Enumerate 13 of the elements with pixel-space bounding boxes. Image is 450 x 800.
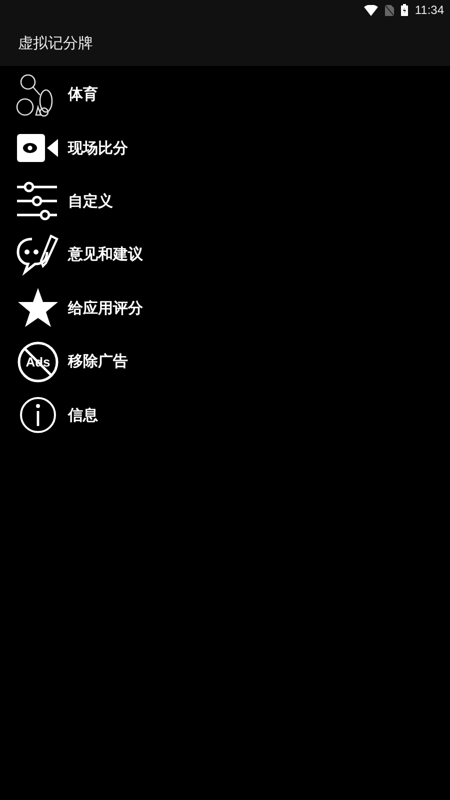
menu-item[interactable]: 意见和建议 xyxy=(68,245,143,264)
no-sim-icon xyxy=(384,4,394,16)
menu-item[interactable]: 移除广告 xyxy=(68,352,128,372)
menu-item[interactable]: 给应用评分 xyxy=(68,298,143,318)
app-title: 虚拟记分牌 xyxy=(18,34,93,52)
battery-icon xyxy=(400,4,408,16)
chat-pencil-icon xyxy=(16,232,60,277)
menu-item[interactable]: 信息 xyxy=(68,406,98,425)
menu-item[interactable]: 体育 xyxy=(68,85,98,104)
menu-item[interactable]: 现场比分 xyxy=(68,138,128,158)
menu-item[interactable]: 自定义 xyxy=(68,192,113,211)
clock-time: 11:34 xyxy=(414,3,444,17)
wifi-icon xyxy=(364,4,378,16)
